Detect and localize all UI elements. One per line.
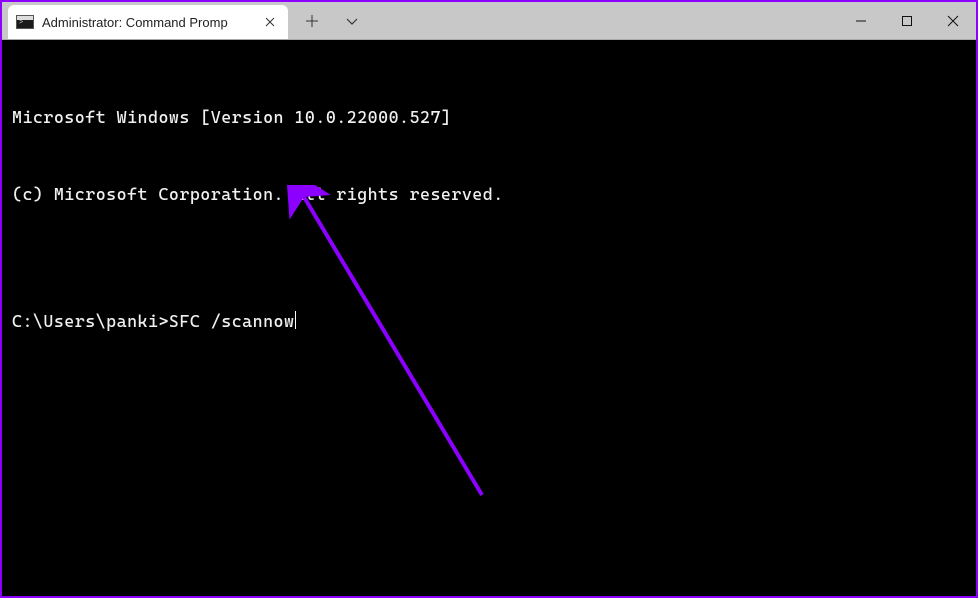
tab-title: Administrator: Command Promp: [42, 15, 254, 30]
terminal-output[interactable]: Microsoft Windows [Version 10.0.22000.52…: [2, 40, 976, 596]
terminal-line: Microsoft Windows [Version 10.0.22000.52…: [12, 105, 966, 131]
cmd-icon: [16, 15, 34, 29]
window-controls: [838, 2, 976, 39]
tab-strip: Administrator: Command Promp: [2, 2, 288, 39]
titlebar-drag-area[interactable]: [362, 2, 838, 39]
terminal-command: SFC /scannow: [169, 309, 295, 335]
close-window-button[interactable]: [930, 2, 976, 39]
maximize-button[interactable]: [884, 2, 930, 39]
new-tab-button[interactable]: [302, 11, 322, 31]
terminal-line: (c) Microsoft Corporation. All rights re…: [12, 182, 966, 208]
minimize-button[interactable]: [838, 2, 884, 39]
tab-dropdown-button[interactable]: [342, 11, 362, 31]
terminal-cursor: [295, 311, 296, 329]
close-icon[interactable]: [262, 14, 278, 30]
tab-actions: [288, 2, 362, 39]
tab-active[interactable]: Administrator: Command Promp: [8, 5, 288, 39]
window-titlebar: Administrator: Command Promp: [2, 2, 976, 40]
annotation-arrow-icon: [282, 185, 502, 515]
terminal-prompt-line: C:\Users\panki>SFC /scannow: [12, 309, 966, 335]
terminal-prompt: C:\Users\panki>: [12, 309, 169, 335]
